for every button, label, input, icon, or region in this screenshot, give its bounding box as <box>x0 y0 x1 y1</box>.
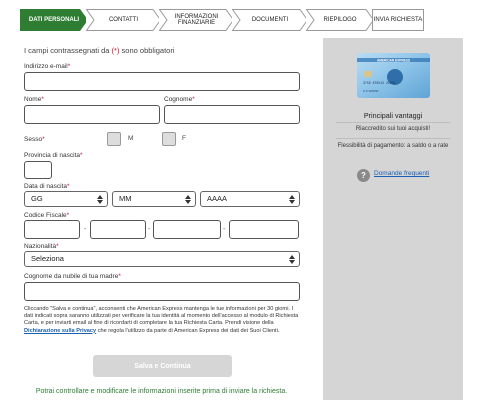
codice-fiscale-label-text: Codice Fiscale <box>24 212 67 219</box>
required-star: * <box>41 96 44 103</box>
select-arrows-icon <box>97 195 103 204</box>
panel-divider <box>336 122 450 123</box>
data-nascita-label: Data di nascita* <box>24 183 70 190</box>
required-note-text: I campi contrassegnati da <box>24 46 112 55</box>
nome-label: Nome* <box>24 96 44 103</box>
provincia-label-text: Provincia di nascita <box>24 152 80 159</box>
sesso-f-label: F <box>182 135 186 142</box>
required-star: * <box>80 152 83 159</box>
question-icon: ? <box>357 169 370 182</box>
benefit-cashback: Riaccredito sui tuoi acquisti! <box>355 126 431 132</box>
required-note-text-end: sono obbligatori <box>119 46 175 55</box>
provincia-field[interactable] <box>24 161 52 179</box>
birth-month-value: MM <box>119 194 132 203</box>
cognome-field[interactable] <box>164 105 300 124</box>
madre-label-text: Cognome da nubile di tua madre <box>24 273 119 280</box>
step-label: INFORMAZIONI FINANZIARIE <box>174 14 219 26</box>
required-star: * <box>67 63 71 70</box>
nome-label-text: Nome <box>24 96 42 103</box>
required-star: * <box>192 96 195 103</box>
required-star: * <box>42 136 45 143</box>
step-riepilogo: RIEPILOGO <box>306 9 374 31</box>
birth-year-value: AAAA <box>207 194 228 203</box>
madre-cognome-field[interactable] <box>24 282 300 301</box>
select-arrows-icon <box>289 195 295 204</box>
sesso-f-checkbox[interactable] <box>162 132 176 146</box>
step-label: RIEPILOGO <box>323 17 357 23</box>
select-arrows-icon <box>289 255 295 264</box>
card-name-text: C F FROST <box>363 89 379 93</box>
required-star: * <box>118 273 121 280</box>
panel-divider <box>336 138 450 139</box>
select-arrows-icon <box>185 195 191 204</box>
codice-fiscale-label: Codice Fiscale* <box>24 212 69 219</box>
step-label: CONTATTI <box>108 17 139 23</box>
cf-separator: - <box>148 226 151 233</box>
madre-label: Cognome da nubile di tua madre* <box>24 273 121 280</box>
required-star: * <box>67 183 70 190</box>
consent-text: Cliccando "Salva e continua", acconsenti… <box>24 306 300 335</box>
step-label: DATI PERSONALI <box>28 17 80 23</box>
step-contatti: CONTATTI <box>86 9 161 31</box>
codice-fiscale-part-1[interactable] <box>24 220 80 239</box>
credit-card-image: AMERICAN EXPRESS 3759 876543 21001 C F F… <box>357 53 430 98</box>
step-label: DOCUMENTI <box>251 17 289 23</box>
sesso-m-label: M <box>128 135 134 142</box>
footer-note: Potrai controllare e modificare le infor… <box>35 388 288 395</box>
step-informazioni-finanziarie: INFORMAZIONI FINANZIARIE <box>159 9 234 31</box>
nazionalita-label-text: Nazionalità <box>24 243 57 250</box>
cf-separator: - <box>84 226 87 233</box>
step-invia-richiesta: INVIA RICHIESTA <box>372 9 424 31</box>
nazionalita-value: Seleziona <box>31 254 64 263</box>
birth-month-select[interactable]: MM <box>112 191 196 207</box>
nazionalita-select[interactable]: Seleziona <box>24 251 300 267</box>
card-brand-text: AMERICAN EXPRESS <box>377 58 410 62</box>
cf-separator: - <box>223 226 226 233</box>
cognome-label-text: Cognome <box>164 96 193 103</box>
privacy-link[interactable]: Dichiarazione sulla Privacy <box>24 328 96 334</box>
sesso-label: Sesso* <box>24 136 45 143</box>
step-documenti: DOCUMENTI <box>232 9 308 31</box>
sesso-m-checkbox[interactable] <box>107 132 121 146</box>
cognome-label: Cognome* <box>164 96 195 103</box>
panel-title: Principali vantaggi <box>363 111 423 120</box>
required-star: * <box>66 212 70 219</box>
sesso-label-text: Sesso <box>24 136 43 143</box>
faq-link[interactable]: Domande frequenti <box>374 170 429 177</box>
nome-field[interactable] <box>24 105 160 124</box>
codice-fiscale-part-2[interactable] <box>90 220 146 239</box>
progress-steps: DATI PERSONALI CONTATTI INFORMAZIONI FIN… <box>20 9 424 31</box>
email-field[interactable] <box>24 72 300 91</box>
step-label: INVIA RICHIESTA <box>373 17 423 23</box>
nazionalita-label: Nazionalità* <box>24 243 59 250</box>
card-number-text: 3759 876543 21001 <box>363 81 396 85</box>
consent-text-part2: che regola l'utilizzo da parte di Americ… <box>96 327 280 334</box>
birth-day-value: GG <box>31 194 43 203</box>
email-label-text: Indirizzo e-mail <box>24 63 68 70</box>
provincia-label: Provincia di nascita* <box>24 152 83 159</box>
email-label: Indirizzo e-mail* <box>24 63 70 70</box>
required-fields-note: I campi contrassegnati da (*) sono obbli… <box>24 46 175 55</box>
codice-fiscale-part-3[interactable] <box>153 220 221 239</box>
birth-year-select[interactable]: AAAA <box>200 191 300 207</box>
benefit-flexibility: Flessibilità di pagamento: a saldo o a r… <box>337 143 449 149</box>
birth-day-select[interactable]: GG <box>24 191 108 207</box>
consent-text-part1: Cliccando "Salva e continua", acconsenti… <box>24 306 299 327</box>
save-continue-button[interactable]: Salva e Continua <box>93 355 232 377</box>
codice-fiscale-part-4[interactable] <box>229 220 299 239</box>
required-star: * <box>56 243 59 250</box>
data-nascita-label-text: Data di nascita <box>24 183 67 190</box>
step-dati-personali: DATI PERSONALI <box>20 9 88 31</box>
